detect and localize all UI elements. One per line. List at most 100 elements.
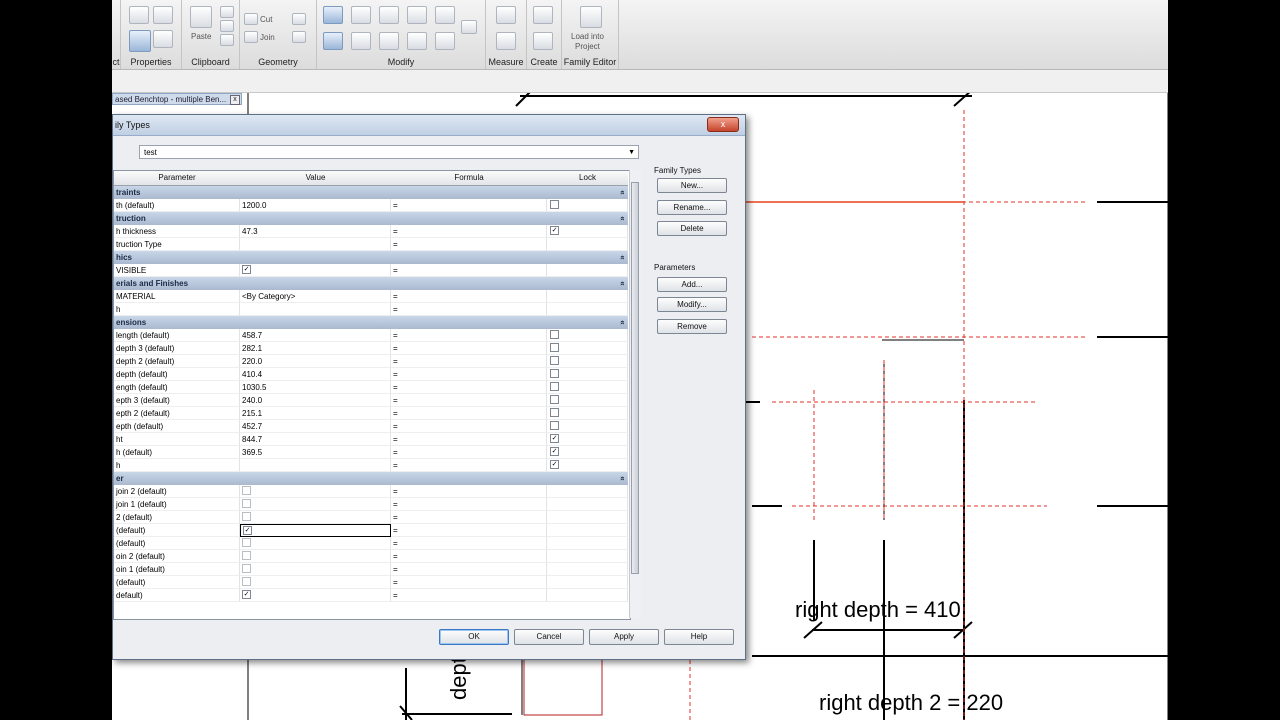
value-checkbox[interactable]: ✓ xyxy=(242,590,251,600)
value-checkbox[interactable] xyxy=(242,512,251,522)
lock-checkbox[interactable] xyxy=(550,200,559,210)
cut-geometry-label[interactable]: Cut xyxy=(260,15,272,24)
project-label[interactable]: Project xyxy=(575,42,600,51)
lock-checkbox[interactable]: ✓ xyxy=(550,434,559,444)
parameter-lock[interactable] xyxy=(547,368,628,381)
parameter-value[interactable]: 1030.5 xyxy=(240,381,391,394)
offset-icon[interactable] xyxy=(351,6,371,24)
parameter-formula[interactable]: = xyxy=(391,420,547,433)
array-icon[interactable] xyxy=(435,32,455,50)
parameter-lock[interactable] xyxy=(547,485,628,498)
dialog-close-icon[interactable]: x xyxy=(707,117,739,132)
document-tab[interactable]: ased Benchtop - multiple Ben... x xyxy=(112,93,242,105)
parameter-lock[interactable]: ✓ xyxy=(547,459,628,472)
parameter-row[interactable]: epth 2 (default) 215.1 = xyxy=(114,407,628,420)
parameter-row[interactable]: MATERIAL <By Category> = xyxy=(114,290,628,303)
collapse-icon[interactable]: » xyxy=(615,320,628,324)
parameter-value[interactable]: ✓ xyxy=(240,264,391,277)
parameter-lock[interactable] xyxy=(547,563,628,576)
parameter-value[interactable] xyxy=(240,563,391,576)
type-properties-icon[interactable] xyxy=(153,30,173,48)
trim-icon[interactable] xyxy=(407,32,427,50)
add-parameter-button[interactable]: Add... xyxy=(657,277,727,292)
parameter-row[interactable]: length (default) 458.7 = xyxy=(114,329,628,342)
parameter-value[interactable]: 844.7 xyxy=(240,433,391,446)
copy-element-icon[interactable] xyxy=(351,32,371,50)
value-checkbox[interactable] xyxy=(242,486,251,496)
parameter-lock[interactable] xyxy=(547,394,628,407)
dimension-icon[interactable] xyxy=(496,32,516,50)
parameter-value[interactable]: 240.0 xyxy=(240,394,391,407)
column-header-parameter[interactable]: Parameter xyxy=(114,173,240,182)
chevron-down-icon[interactable]: ▼ xyxy=(628,146,635,160)
parameter-lock[interactable] xyxy=(547,420,628,433)
parameter-row[interactable]: h = ✓ xyxy=(114,459,628,472)
parameter-row[interactable]: ength (default) 1030.5 = xyxy=(114,381,628,394)
parameter-lock[interactable] xyxy=(547,303,628,316)
parameter-formula[interactable]: = xyxy=(391,368,547,381)
geometry-icon[interactable] xyxy=(292,13,306,25)
parameter-value[interactable]: 282.1 xyxy=(240,342,391,355)
collapse-icon[interactable]: » xyxy=(615,255,628,259)
parameter-value[interactable]: 369.5 xyxy=(240,446,391,459)
parameter-lock[interactable] xyxy=(547,329,628,342)
value-checkbox[interactable] xyxy=(242,551,251,561)
lock-checkbox[interactable] xyxy=(550,408,559,418)
remove-parameter-button[interactable]: Remove xyxy=(657,319,727,334)
parameter-lock[interactable] xyxy=(547,511,628,524)
scale-icon[interactable] xyxy=(461,20,477,34)
parameter-lock[interactable] xyxy=(547,342,628,355)
parameter-value[interactable] xyxy=(240,485,391,498)
parameter-group-header[interactable]: traints » xyxy=(114,186,628,199)
value-checkbox[interactable]: ✓ xyxy=(243,526,252,536)
lock-checkbox[interactable] xyxy=(550,369,559,379)
lock-checkbox[interactable] xyxy=(550,356,559,366)
parameter-value[interactable]: 47.3 xyxy=(240,225,391,238)
delete-type-button[interactable]: Delete xyxy=(657,221,727,236)
rename-type-button[interactable]: Rename... xyxy=(657,200,727,215)
parameter-lock[interactable] xyxy=(547,381,628,394)
lock-checkbox[interactable]: ✓ xyxy=(550,460,559,470)
parameter-row[interactable]: h thickness 47.3 = ✓ xyxy=(114,225,628,238)
parameter-group-header[interactable]: hics » xyxy=(114,251,628,264)
parameter-row[interactable]: join 2 (default) = xyxy=(114,485,628,498)
measure-icon[interactable] xyxy=(496,6,516,24)
lock-checkbox[interactable] xyxy=(550,330,559,340)
parameter-value[interactable] xyxy=(240,576,391,589)
parameter-lock[interactable] xyxy=(547,537,628,550)
cancel-button[interactable]: Cancel xyxy=(514,629,584,645)
parameter-formula[interactable]: = xyxy=(391,511,547,524)
parameter-row[interactable]: depth (default) 410.4 = xyxy=(114,368,628,381)
parameter-lock[interactable]: ✓ xyxy=(547,433,628,446)
parameter-group-header[interactable]: er » xyxy=(114,472,628,485)
parameter-row[interactable]: (default) = xyxy=(114,576,628,589)
paste-icon[interactable] xyxy=(190,6,212,28)
column-header-value[interactable]: Value xyxy=(240,173,391,182)
mirror-axis-icon[interactable] xyxy=(379,6,399,24)
close-icon[interactable]: x xyxy=(230,95,240,105)
parameter-formula[interactable]: = xyxy=(391,485,547,498)
parameter-value[interactable] xyxy=(240,511,391,524)
parameter-lock[interactable] xyxy=(547,199,628,212)
parameter-formula[interactable]: = xyxy=(391,225,547,238)
parameter-row[interactable]: h = xyxy=(114,303,628,316)
parameter-value[interactable] xyxy=(240,303,391,316)
parameter-lock[interactable] xyxy=(547,524,628,537)
parameter-row[interactable]: VISIBLE ✓ = xyxy=(114,264,628,277)
split-icon[interactable] xyxy=(435,6,455,24)
parameter-row[interactable]: h (default) 369.5 = ✓ xyxy=(114,446,628,459)
parameter-formula[interactable]: = xyxy=(391,394,547,407)
parameter-formula[interactable]: = xyxy=(391,355,547,368)
parameter-formula[interactable]: = xyxy=(391,576,547,589)
align-icon[interactable] xyxy=(323,6,343,24)
move-icon[interactable] xyxy=(323,32,343,50)
parameter-formula[interactable]: = xyxy=(391,264,547,277)
parameter-group-header[interactable]: truction » xyxy=(114,212,628,225)
family-types-icon[interactable] xyxy=(153,6,173,24)
parameter-formula[interactable]: = xyxy=(391,433,547,446)
mirror-draw-icon[interactable] xyxy=(407,6,427,24)
collapse-icon[interactable]: » xyxy=(615,281,628,285)
lock-checkbox[interactable]: ✓ xyxy=(550,226,559,236)
help-button[interactable]: Help xyxy=(664,629,734,645)
parameter-value[interactable] xyxy=(240,459,391,472)
